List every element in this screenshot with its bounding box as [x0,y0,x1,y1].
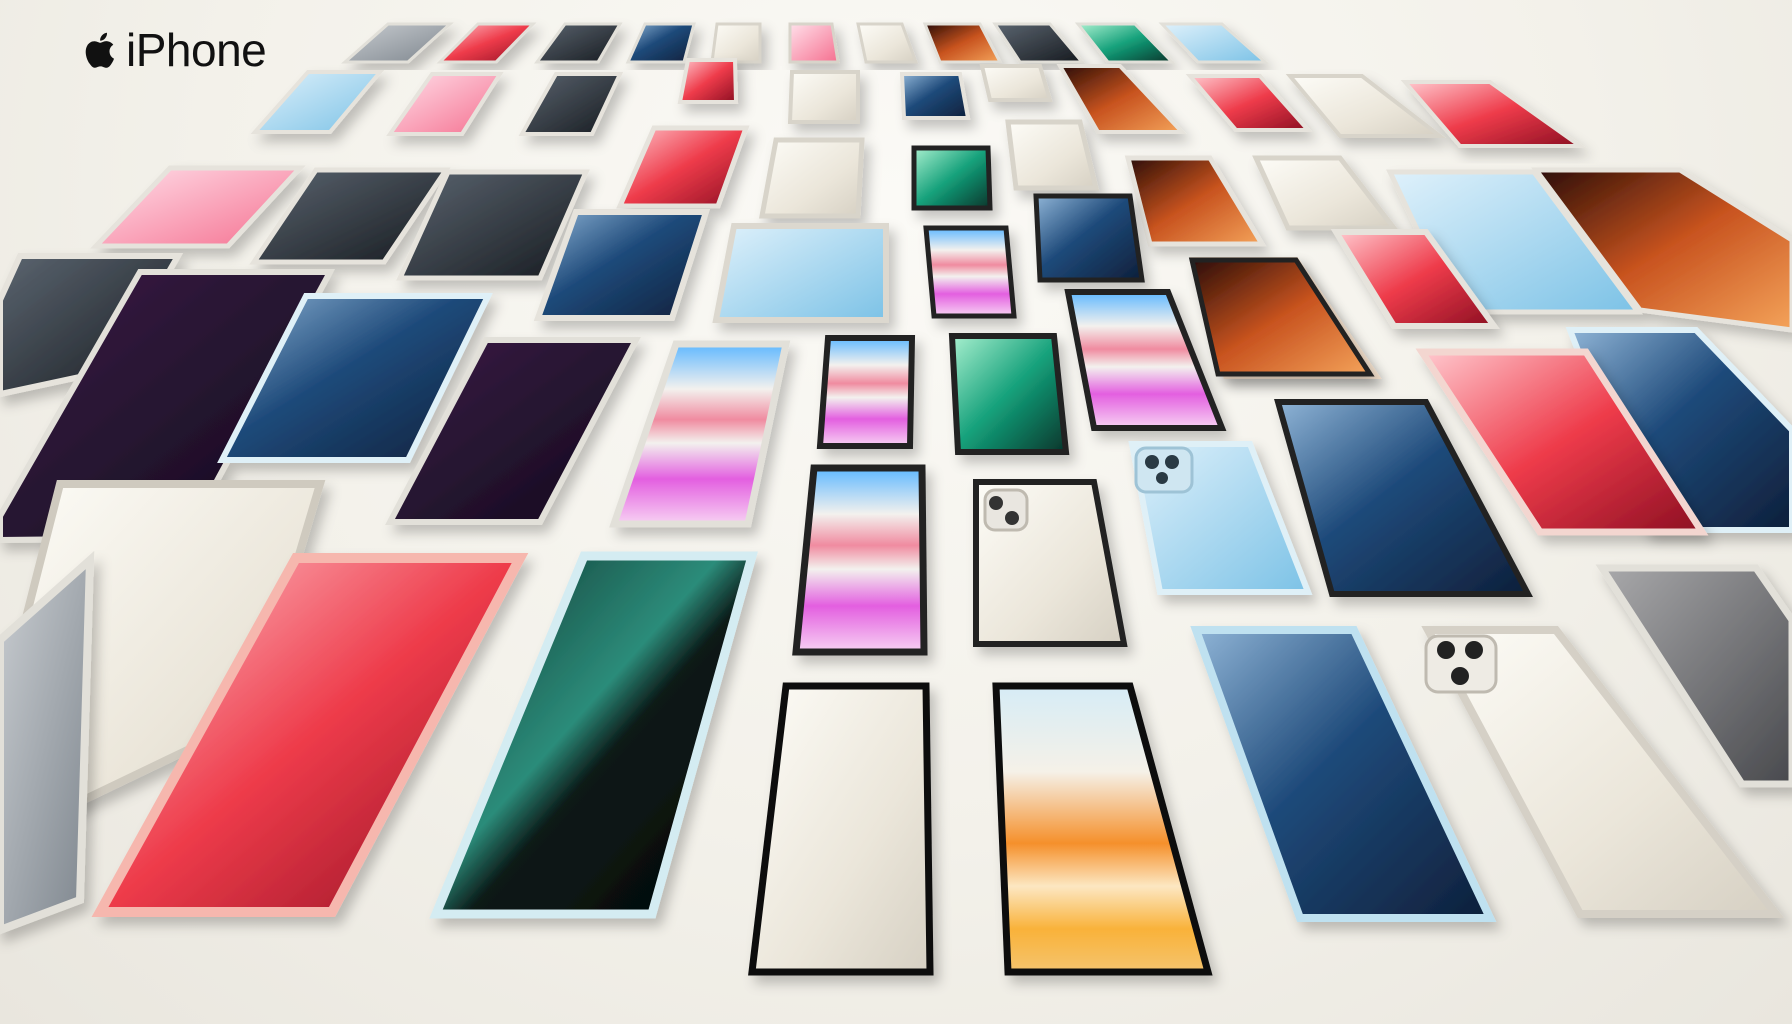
apple-logo-icon [82,28,122,72]
phone-far-row [341,22,1269,64]
brand-wordmark: iPhone [126,24,267,76]
brand-header: iPhone [82,22,267,78]
product-photo-background: iPhone [0,0,1792,1024]
phones-collage [0,22,1792,976]
phone-second-row [250,58,1587,148]
